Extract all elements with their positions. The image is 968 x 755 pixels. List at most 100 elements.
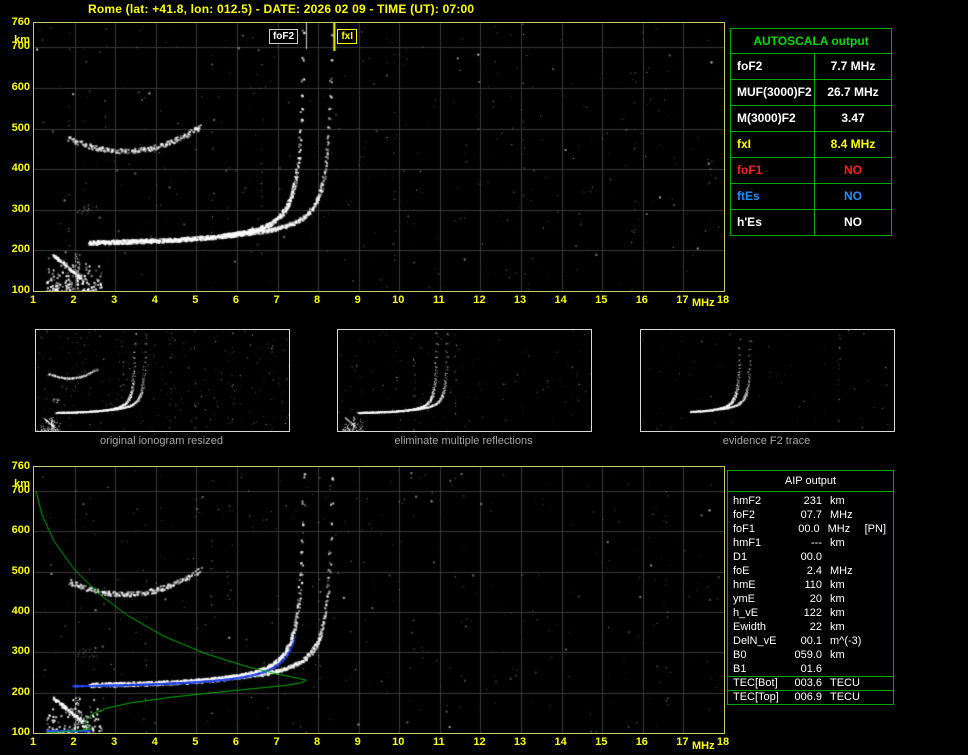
aip-row-name: h_vE [733,607,759,619]
x-tick-label: 1 [29,294,37,306]
aip-row-name: Ewidth [733,621,767,633]
autoscala-row: MUF(3000)F2 26.7 MHz [731,80,891,106]
x-tick-label: 3 [111,736,118,748]
aip-row-name: hmF2 [733,495,762,507]
aip-row-unit: TECU [830,691,860,703]
autoscala-row-value: 3.47 [841,111,865,125]
aip-row-name: foE [733,565,750,577]
aip-row-unit: TECU [830,677,860,689]
aip-row: hmF2 231 km [728,494,893,508]
x-tick-label: 2 [70,736,77,748]
autoscala-row-label: fxI [731,132,815,157]
aip-row-value: 00.0 [798,523,820,535]
x-tick-label: 8 [314,294,321,306]
autoscala-row-value: 8.4 MHz [830,137,876,151]
aip-row-value: 003.6 [794,677,822,689]
panel-evidence-f2-canvas [640,329,895,432]
page-title: Rome (lat: +41.8, lon: 012.5) - DATE: 20… [88,2,475,16]
aip-row-unit: km [830,593,845,605]
ionogram-profile-canvas [33,466,725,734]
x-tick-label: 10 [392,294,405,306]
aip-row: hmE 110 km [728,578,893,592]
panel-original-ionogram-canvas [35,329,290,432]
autoscala-row-value: NO [844,189,862,203]
y-tick-label: 700 [11,484,30,497]
autoscala-table-header: AUTOSCALA output [731,29,891,54]
autoscala-row: foF1 NO [731,158,891,184]
x-tick-label: 17 [676,736,689,748]
aip-row: D1 00.0 [728,550,893,564]
aip-row-unit: MHz [830,565,853,577]
aip-row-name: foF2 [733,509,756,521]
autoscala-ionogram-screen: Rome (lat: +41.8, lon: 012.5) - DATE: 20… [0,0,968,755]
aip-output-table: AIP output hmF2 231 km foF2 07.7 MHz foF1 00.0 M… [727,470,894,705]
x-tick-label: 6 [232,294,239,306]
aip-row-extra [868,634,888,648]
autoscala-output-table: AUTOSCALA output foF2 7.7 MHz MUF(3000)F2 2… [730,28,892,236]
autoscala-row-label: foF1 [731,158,815,183]
autoscala-row-label: MUF(3000)F2 [731,80,815,105]
x-tick-label: 14 [554,294,567,306]
aip-row: hmF1 --- km [728,536,893,550]
aip-row-extra [868,648,888,662]
aip-row-value: --- [811,537,822,549]
x-tick-label: 18 [716,294,730,306]
autoscala-row: ftEs NO [731,184,891,210]
aip-row-unit: km [830,621,845,633]
aip-row-extra [868,592,888,606]
aip-row-unit: km [830,649,845,661]
aip-row-extra [868,677,888,690]
aip-row-name: foF1 [733,523,756,535]
x-tick-label: 10 [392,736,405,748]
autoscala-row-label: ftEs [731,184,815,209]
aip-row-unit [822,550,868,564]
aip-row-extra [868,536,888,550]
x-tick-label: 8 [314,736,321,748]
aip-row-unit: m^(-3) [830,635,862,647]
autoscala-row: fxI 8.4 MHz [731,132,891,158]
x-tick-label: 1 [29,736,37,748]
fxI-marker-label: fxI [337,29,358,44]
aip-row-value: 122 [803,607,822,619]
aip-row-name: ymE [733,593,755,605]
aip-row: TEC[Top] 006.9 TECU [728,690,893,704]
x-tick-label: 13 [513,736,527,748]
y-tick-label: 760 [11,16,30,28]
aip-table-header: AIP output [728,471,893,492]
aip-row-extra: [PN] [864,523,887,535]
aip-row-unit: km [830,495,845,507]
autoscala-row-label: foF2 [731,54,815,79]
x-tick-label: 4 [151,736,158,748]
autoscala-row: foF2 7.7 MHz [731,54,891,80]
y-tick-label: 300 [11,645,30,658]
x-tick-label: 5 [192,736,199,748]
x-tick-label: 9 [354,294,361,306]
aip-row-name: B1 [733,663,747,675]
aip-row-value: 059.0 [794,649,822,661]
panel-caption-eliminate: eliminate multiple reflections [394,435,533,447]
aip-row-extra [868,578,888,592]
x-tick-label: 12 [473,294,486,306]
autoscala-row: h'Es NO [731,210,891,235]
aip-row: DelN_vE 00.1 m^(-3) [728,634,893,648]
aip-row-name: TEC[Top] [733,691,779,703]
aip-row: ymE 20 km [728,592,893,606]
x-tick-label: 16 [635,736,648,748]
autoscala-row: M(3000)F2 3.47 [731,106,891,132]
x-tick-label: 11 [433,294,445,306]
aip-row-unit [822,662,868,676]
y-tick-label: 300 [11,202,30,215]
x-tick-label: 11 [433,736,445,748]
x-tick-label: 14 [554,736,567,748]
x-tick-label: 2 [70,294,77,306]
aip-row-name: B0 [733,649,747,661]
aip-row: Ewidth 22 km [728,620,893,634]
aip-row-extra [868,691,888,704]
foF2-marker-label: foF2 [268,29,299,44]
x-tick-label: 12 [473,736,486,748]
y-tick-label: 200 [11,243,30,256]
y-tick-label: 600 [11,80,30,93]
y-tick-label: 200 [11,685,30,698]
aip-row-value: 110 [804,579,822,591]
aip-row-extra [868,508,888,522]
